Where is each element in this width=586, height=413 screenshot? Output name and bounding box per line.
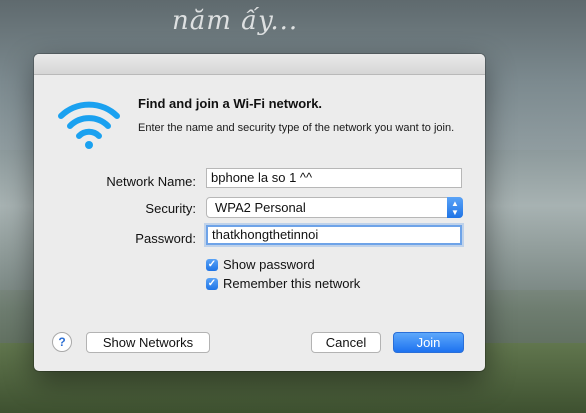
password-label: Password: [135,231,196,246]
security-label: Security: [145,201,196,216]
show-password-option[interactable]: ✓ Show password [206,257,315,272]
security-select[interactable]: WPA2 Personal ▲ ▼ [206,197,463,218]
show-networks-button[interactable]: Show Networks [86,332,210,353]
dialog-description: Enter the name and security type of the … [138,122,455,134]
select-arrows-icon: ▲ ▼ [447,197,463,218]
wallpaper-caption: năm ấy... [172,6,299,36]
wifi-join-dialog: Find and join a Wi-Fi network. Enter the… [34,54,485,371]
dialog-titlebar[interactable] [34,54,485,75]
remember-network-option[interactable]: ✓ Remember this network [206,276,360,291]
join-button[interactable]: Join [393,332,464,353]
show-password-checkbox[interactable]: ✓ [206,258,218,271]
wifi-icon [58,101,120,149]
remember-network-label: Remember this network [223,276,361,291]
dialog-heading: Find and join a Wi-Fi network. [138,96,323,111]
cancel-button[interactable]: Cancel [311,332,381,353]
password-field[interactable]: thatkhongthetinnoi [206,225,462,245]
security-value: WPA2 Personal [215,200,306,215]
show-password-label: Show password [223,257,315,272]
network-name-label: Network Name: [106,174,196,189]
remember-network-checkbox[interactable]: ✓ [206,277,218,290]
help-icon[interactable]: ? [52,332,72,352]
network-name-field[interactable]: bphone la so 1 ^^ [206,168,462,188]
